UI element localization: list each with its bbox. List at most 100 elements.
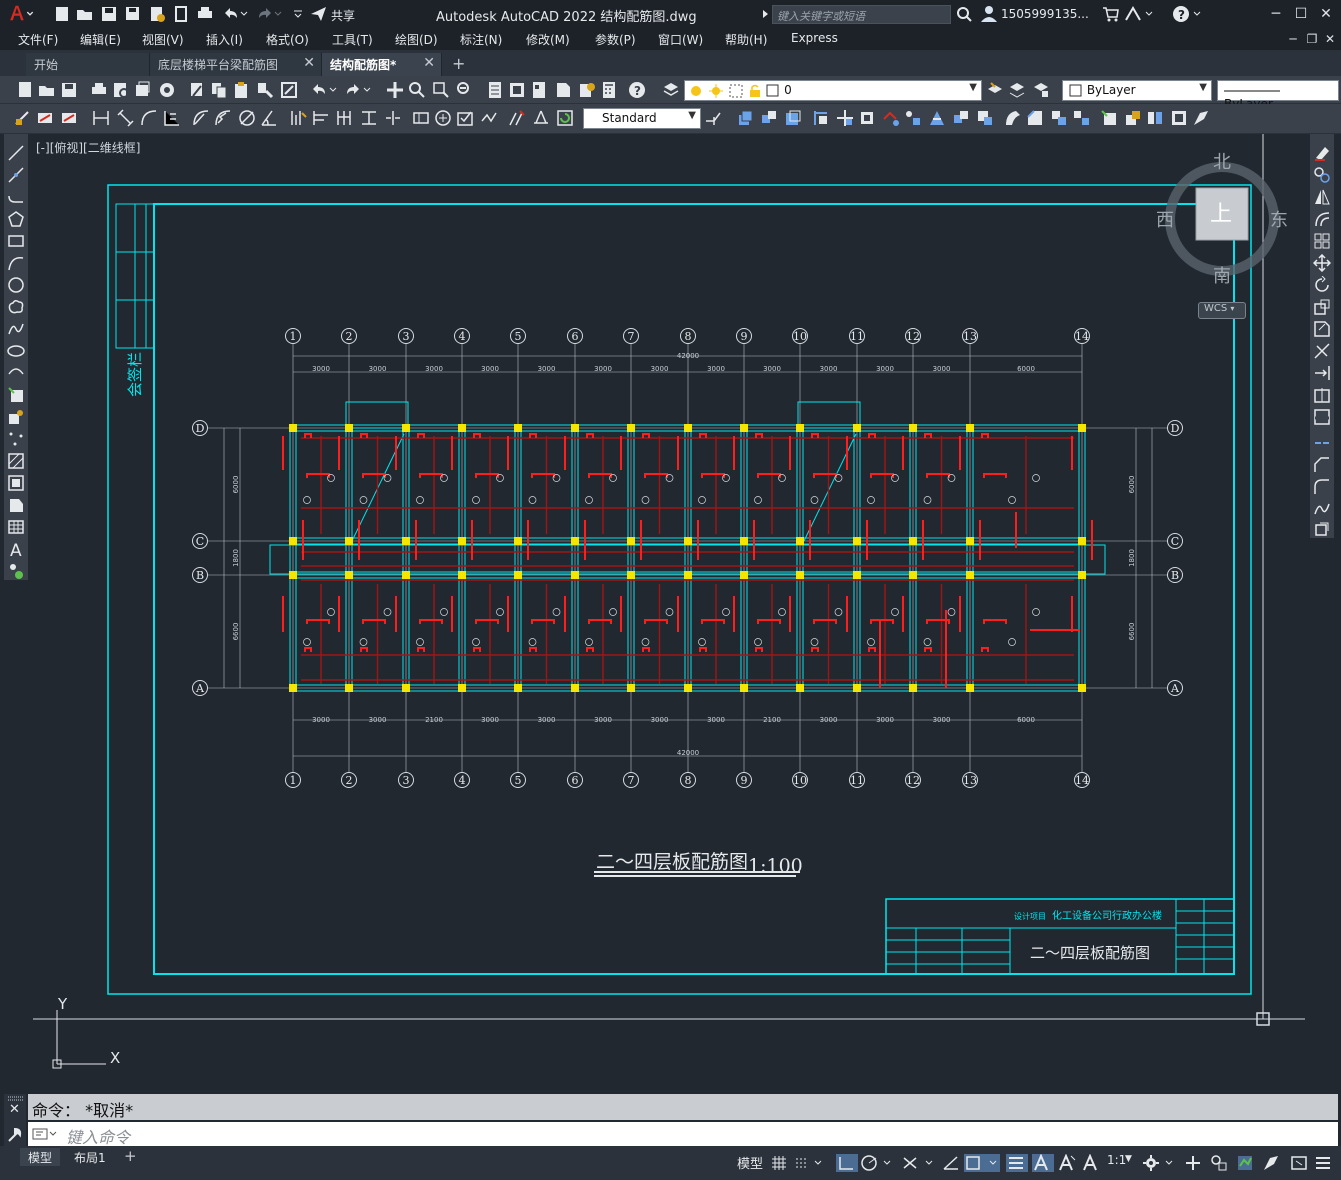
view-cube-top-face[interactable]: 上 <box>1210 196 1232 228</box>
view-cube-west[interactable]: 西 <box>1156 206 1174 232</box>
qnew-icon[interactable] <box>16 81 34 99</box>
trim-icon[interactable] <box>1313 342 1331 360</box>
view-cube-north[interactable]: 北 <box>1213 148 1231 174</box>
construction-line-icon[interactable] <box>7 166 25 184</box>
chamfer-icon[interactable] <box>1026 109 1044 127</box>
make-block-icon[interactable] <box>7 408 25 426</box>
polar-tracking-icon[interactable] <box>860 1154 894 1172</box>
dim-edit-oblique-icon[interactable] <box>508 109 526 127</box>
break-at-point-icon[interactable] <box>1313 386 1331 404</box>
stretch-icon[interactable] <box>904 109 922 127</box>
diameter-dim-icon[interactable] <box>238 109 256 127</box>
zoom-window-icon[interactable] <box>432 81 450 99</box>
xref-icon[interactable] <box>1170 109 1188 127</box>
tab-start[interactable]: 开始 <box>26 53 150 76</box>
annotation-scale-value[interactable]: 1:1 <box>1107 1153 1126 1167</box>
user-icon[interactable] <box>980 5 998 23</box>
insert-block-icon[interactable] <box>7 386 25 404</box>
dim-style-icon[interactable] <box>60 109 78 127</box>
menu-insert[interactable]: 插入(I) <box>206 31 243 48</box>
quick-dim-icon[interactable] <box>290 109 308 127</box>
polygon-icon[interactable] <box>7 210 25 228</box>
save-as-icon[interactable] <box>124 5 142 23</box>
ortho-icon[interactable] <box>836 1154 858 1172</box>
help-icon[interactable]: ? <box>628 81 646 99</box>
drag-handle-icon[interactable] <box>6 1094 26 1102</box>
arc-length-icon[interactable] <box>140 109 158 127</box>
break-icon[interactable] <box>1313 408 1331 426</box>
annotation-monitor-icon[interactable] <box>1184 1154 1202 1172</box>
offset-icon[interactable] <box>1313 210 1331 228</box>
explode-icon[interactable] <box>1072 109 1090 127</box>
tab-structure-drawing[interactable]: 结构配筋图* ✕ <box>322 53 442 76</box>
angular-dim-icon[interactable] <box>260 109 278 127</box>
share-button[interactable]: 共享 <box>331 7 355 24</box>
ellipse-icon[interactable] <box>7 342 25 360</box>
object-snap-icon[interactable] <box>964 1154 1000 1172</box>
drawing-viewport[interactable]: 会签栏 3000 3000 3000 3000 3000 3000 3000 3000 3000… <box>33 134 1305 1088</box>
command-prompt-icon[interactable] <box>32 1126 60 1142</box>
scale-icon[interactable] <box>882 109 900 127</box>
move-icon[interactable] <box>1313 254 1331 272</box>
share-icon[interactable] <box>310 5 328 23</box>
dim-text-edit-icon[interactable] <box>532 109 550 127</box>
text-style-dropdown[interactable]: Standard ▼ <box>583 108 701 129</box>
revision-cloud-icon[interactable] <box>7 298 25 316</box>
search-icon[interactable] <box>956 5 972 23</box>
blend-curves-icon[interactable] <box>1313 500 1331 518</box>
redo-icon[interactable] <box>344 81 372 99</box>
markup-icon[interactable] <box>578 81 596 99</box>
isodraft-icon[interactable] <box>902 1154 936 1172</box>
chevron-down-icon[interactable]: ▼ <box>1125 1154 1132 1164</box>
baseline-dim-icon[interactable] <box>312 109 330 127</box>
drawing-canvas[interactable]: 会签栏 3000 3000 3000 3000 3000 3000 3000 3000 3000… <box>33 134 1305 1088</box>
copy-icon[interactable] <box>1313 166 1331 184</box>
center-mark-icon[interactable] <box>434 109 452 127</box>
extend-icon[interactable] <box>1313 364 1331 382</box>
save-web-icon[interactable] <box>172 5 190 23</box>
calculator-icon[interactable] <box>600 81 618 99</box>
zoom-realtime-icon[interactable] <box>408 81 426 99</box>
menu-help[interactable]: 帮助(H) <box>725 31 767 48</box>
dim-override-icon[interactable] <box>704 109 722 127</box>
make-current-layer-icon[interactable] <box>986 81 1004 99</box>
erase-icon[interactable] <box>1313 144 1331 162</box>
linetype-dropdown[interactable]: ByLayer <box>1217 80 1339 111</box>
layer-state-icon[interactable] <box>1032 81 1050 99</box>
menu-edit[interactable]: 编辑(E) <box>80 31 121 48</box>
copy-object-icon[interactable] <box>736 109 754 127</box>
mirror-icon[interactable] <box>760 109 778 127</box>
aligned-dim-icon[interactable] <box>116 109 134 127</box>
open-web-icon[interactable] <box>148 5 166 23</box>
snap-icon[interactable] <box>794 1154 826 1172</box>
tolerance-icon[interactable] <box>412 109 430 127</box>
block-editor-icon[interactable] <box>280 81 298 99</box>
match-properties-icon[interactable] <box>256 81 274 99</box>
customize-quick-access-icon[interactable] <box>292 5 304 23</box>
create-block-icon[interactable] <box>1124 109 1142 127</box>
menu-format[interactable]: 格式(O) <box>266 31 309 48</box>
publish-icon[interactable] <box>134 81 152 99</box>
autodesk-app-icon[interactable] <box>1124 5 1154 23</box>
pan-icon[interactable] <box>386 81 404 99</box>
attach-icon[interactable] <box>1192 109 1210 127</box>
chamfer-icon[interactable] <box>1313 456 1331 474</box>
model-space-button[interactable]: 模型 <box>737 1153 763 1172</box>
array-icon[interactable] <box>1313 232 1331 250</box>
units-icon[interactable] <box>1210 1154 1228 1172</box>
line-icon[interactable] <box>7 144 25 162</box>
design-center-icon[interactable] <box>508 81 526 99</box>
zoom-previous-icon[interactable] <box>456 81 474 99</box>
view-cube[interactable]: 北 南 西 东 上 WCS ▾ <box>1156 144 1288 324</box>
dim-space-icon[interactable] <box>360 109 378 127</box>
continue-dim-icon[interactable] <box>336 109 354 127</box>
workspace-gear-icon[interactable] <box>1142 1154 1176 1172</box>
jogged-linear-icon[interactable] <box>480 109 498 127</box>
dim-edit-icon[interactable] <box>36 109 54 127</box>
menu-window[interactable]: 窗口(W) <box>658 31 703 48</box>
quick-dimension-icon[interactable] <box>14 109 32 127</box>
doc-restore-button[interactable]: ❐ <box>1302 29 1322 49</box>
new-file-icon[interactable] <box>54 5 70 23</box>
explode-icon[interactable] <box>1313 520 1331 538</box>
customize-status-icon[interactable] <box>1314 1154 1332 1172</box>
